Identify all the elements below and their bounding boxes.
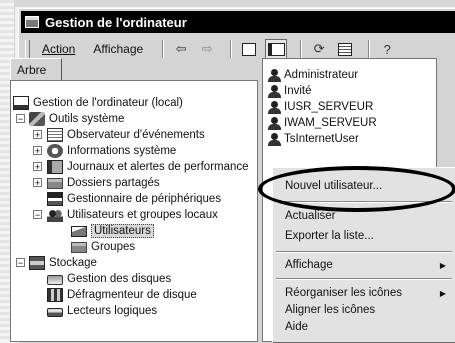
storage-icon (29, 255, 45, 270)
folder-icon (71, 242, 87, 253)
tree-node-gestionnaire-peripheriques[interactable]: Gestionnaire de périphériques (47, 190, 221, 207)
help-icon[interactable]: ? (377, 40, 397, 58)
expand-toggle[interactable]: + (33, 146, 42, 156)
menu-divider (276, 278, 452, 280)
toolbar-separator (368, 40, 371, 58)
menu-divider (276, 201, 452, 203)
expand-toggle[interactable]: + (33, 178, 42, 188)
user-item-administrateur[interactable]: Administrateur (267, 67, 358, 83)
window-title: Gestion de l'ordinateur (45, 14, 187, 30)
context-menu: Nouvel utilisateur... Actualiser Exporte… (272, 167, 455, 343)
expand-toggle[interactable]: + (33, 130, 42, 140)
system-info-icon (47, 143, 63, 158)
tree-node-journaux[interactable]: Journaux et alertes de performance (47, 158, 249, 175)
menu-action[interactable]: Action (36, 42, 81, 56)
user-icon (267, 68, 281, 82)
collapse-toggle[interactable]: − (16, 258, 25, 268)
toolbar-separator (162, 40, 165, 58)
menu-item-aligner-icones[interactable]: Aligner les icônes (285, 302, 450, 318)
background-menu-strip (14, 0, 455, 7)
collapse-toggle[interactable]: − (33, 210, 42, 220)
tree-node-utilisateurs-groupes[interactable]: Utilisateurs et groupes locaux (47, 206, 218, 223)
menu-item-aide[interactable]: Aide (285, 319, 450, 335)
user-icon (267, 100, 281, 114)
toolbar-separator (300, 40, 303, 58)
menu-item-exporter-liste[interactable]: Exporter la liste... (285, 228, 450, 244)
user-icon (267, 116, 281, 130)
user-item-iusr[interactable]: IUSR_SERVEUR (267, 99, 373, 115)
menu-divider (276, 251, 452, 253)
defrag-icon (47, 287, 63, 302)
computer-icon (13, 95, 29, 110)
user-icon (267, 132, 281, 146)
logical-drives-icon (47, 307, 63, 317)
user-icon (267, 84, 281, 98)
tree-node-groupes[interactable]: Groupes (71, 238, 135, 255)
tools-icon (29, 111, 45, 126)
refresh-icon[interactable]: ⟳ (309, 40, 329, 58)
forward-arrow-icon[interactable]: ⇨ (197, 40, 217, 58)
menu-item-nouvel-utilisateur[interactable]: Nouvel utilisateur... (285, 178, 450, 194)
tree-node-gestion-disques[interactable]: Gestion des disques (47, 270, 171, 287)
users-groups-icon (47, 207, 63, 222)
toolbar-separator (230, 40, 233, 58)
shared-folders-icon (47, 178, 63, 189)
event-viewer-icon (47, 127, 63, 142)
tree-node-dossiers-partages[interactable]: Dossiers partagés (47, 174, 160, 191)
tree-node-outils-systeme[interactable]: Outils système (29, 110, 124, 127)
user-item-invite[interactable]: Invité (267, 83, 312, 99)
menu-affichage[interactable]: Affichage (87, 42, 149, 56)
performance-logs-icon (47, 159, 63, 174)
disk-management-icon (47, 274, 63, 285)
tree-node-computer[interactable]: Gestion de l'ordinateur (local) (13, 94, 183, 111)
tab-arbre[interactable]: Arbre (10, 58, 62, 80)
back-arrow-icon[interactable]: ⇦ (171, 40, 191, 58)
expand-toggle[interactable]: + (33, 162, 42, 172)
menu-item-affichage[interactable]: Affichage ▶ (285, 257, 450, 273)
export-list-icon[interactable] (335, 40, 355, 58)
tree-node-informations-systeme[interactable]: Informations système (47, 142, 176, 159)
tree-node-stockage[interactable]: Stockage (29, 254, 97, 271)
menu-item-actualiser[interactable]: Actualiser (285, 208, 450, 224)
title-bar: Gestion de l'ordinateur (21, 11, 455, 33)
menu-item-reorganiser-icones[interactable]: Réorganiser les icônes ▶ (285, 285, 450, 301)
computer-management-icon (25, 16, 39, 28)
tree-pane: Gestion de l'ordinateur (local) − Outils… (10, 80, 258, 342)
submenu-arrow-icon: ▶ (439, 260, 446, 270)
tree-node-utilisateurs[interactable]: Utilisateurs (71, 222, 154, 239)
submenu-arrow-icon: ▶ (439, 288, 446, 298)
show-tree-icon[interactable] (265, 39, 288, 59)
tree-node-lecteurs-logiques[interactable]: Lecteurs logiques (47, 302, 157, 319)
user-item-tsinternetuser[interactable]: TsInternetUser (267, 131, 359, 147)
toolbar-grip[interactable] (25, 40, 30, 58)
up-folder-icon[interactable] (239, 40, 259, 58)
open-folder-icon (71, 226, 87, 237)
device-manager-icon (47, 191, 63, 206)
tree-node-defragmenteur[interactable]: Défragmenteur de disque (47, 286, 197, 303)
user-item-iwam[interactable]: IWAM_SERVEUR (267, 115, 377, 131)
tree-node-observateur[interactable]: Observateur d'événements (47, 126, 205, 143)
collapse-toggle[interactable]: − (16, 114, 25, 124)
